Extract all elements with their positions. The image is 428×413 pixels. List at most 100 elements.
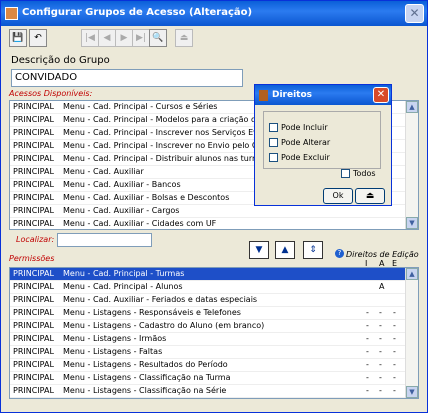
menu-cell: Menu - Listagens - Faltas	[63, 347, 163, 356]
main-window: Configurar Grupos de Acesso (Alteração) …	[0, 0, 428, 413]
scroll-up-icon[interactable]: ▲	[406, 268, 418, 280]
alter-cell: -	[379, 347, 382, 356]
alter-cell: -	[379, 334, 382, 343]
menu-cell: Menu - Listagens - Resultados do Período	[63, 360, 228, 369]
table-row[interactable]: PRINCIPAL Menu - Listagens - Responsáveis…	[10, 307, 406, 320]
include-cell: -	[366, 360, 369, 369]
can-exclude-checkbox[interactable]: Pode Excluir	[269, 153, 330, 162]
alter-cell: -	[379, 373, 382, 382]
module-cell: PRINCIPAL	[13, 219, 54, 228]
save-button[interactable]: 💾	[9, 29, 27, 47]
menu-cell: Menu - Cad. Principal - Modelos para a c…	[63, 115, 261, 124]
exit-button[interactable]: ⏏	[175, 29, 193, 47]
first-record-button[interactable]: |◀	[81, 29, 99, 47]
menu-cell: Menu - Listagens - Responsáveis e Telefo…	[63, 308, 241, 317]
all-label: Todos	[353, 169, 376, 178]
table-row[interactable]: PRINCIPAL Menu - Listagens - Classificaçã…	[10, 385, 406, 398]
can-alter-checkbox[interactable]: Pode Alterar	[269, 138, 330, 147]
can-exclude-label: Pode Excluir	[281, 153, 330, 162]
table-row[interactable]: PRINCIPAL Menu - Cad. Principal - Alunos A	[10, 281, 406, 294]
exclude-cell: -	[393, 360, 396, 369]
module-cell: PRINCIPAL	[13, 102, 54, 111]
table-row[interactable]: PRINCIPAL Menu - Cad. Principal - Turmas	[10, 268, 406, 281]
dialog-close-button[interactable]: ✕	[373, 87, 389, 103]
checkbox-icon	[341, 169, 350, 178]
module-cell: PRINCIPAL	[13, 206, 54, 215]
locate-label: Localizar:	[16, 235, 55, 244]
close-window-button[interactable]: ✕	[405, 4, 424, 23]
table-row[interactable]: PRINCIPAL Menu - Listagens - Faltas - - -	[10, 346, 406, 359]
module-cell: PRINCIPAL	[13, 141, 54, 150]
move-both-button[interactable]: ⇕	[303, 241, 323, 259]
exclude-cell: -	[393, 386, 396, 395]
menu-cell: Menu - Cad. Principal - Distribuir aluno…	[63, 154, 265, 163]
available-scrollbar[interactable]: ▲ ▼	[405, 101, 418, 229]
checkbox-icon	[269, 153, 278, 162]
title-bar[interactable]: Configurar Grupos de Acesso (Alteração) …	[1, 1, 427, 26]
table-row[interactable]: PRINCIPAL Menu - Listagens - Irmãos - - -	[10, 333, 406, 346]
module-cell: PRINCIPAL	[13, 180, 54, 189]
table-row[interactable]: PRINCIPAL Menu - Listagens - Cadastro do …	[10, 320, 406, 333]
window-title: Configurar Grupos de Acesso (Alteração)	[22, 7, 253, 18]
include-cell: -	[366, 347, 369, 356]
menu-cell: Menu - Cad. Principal - Cursos e Séries	[63, 102, 218, 111]
menu-cell: Menu - Cad. Auxiliar - Bolsas e Desconto…	[63, 193, 230, 202]
description-input[interactable]: CONVIDADO	[11, 69, 243, 87]
ok-button[interactable]: Ok	[323, 188, 353, 204]
table-row[interactable]: PRINCIPAL Menu - Listagens - Resultados d…	[10, 359, 406, 372]
menu-cell: Menu - Cad. Principal - Alunos	[63, 282, 183, 291]
checkbox-icon	[269, 138, 278, 147]
list-item[interactable]: PRINCIPAL Menu - Cad. Auxiliar - Cidades …	[10, 218, 406, 229]
prev-record-button[interactable]: ◀	[98, 29, 116, 47]
list-item[interactable]: PRINCIPAL Menu - Cad. Auxiliar - Cargos	[10, 205, 406, 218]
rights-icon	[259, 90, 268, 101]
scroll-down-icon[interactable]: ▼	[406, 217, 418, 229]
exclude-cell: -	[393, 347, 396, 356]
table-row[interactable]: PRINCIPAL Menu - Listagens - Classificaçã…	[10, 372, 406, 385]
include-cell: -	[366, 334, 369, 343]
menu-cell: Menu - Cad. Principal - Inscrever no Env…	[63, 141, 263, 150]
help-icon[interactable]: ?	[335, 249, 344, 258]
menu-cell: Menu - Listagens - Irmãos	[63, 334, 167, 343]
menu-cell: Menu - Listagens - Classificação na Turm…	[63, 373, 231, 382]
menu-cell: Menu - Cad. Principal - Turmas	[63, 269, 185, 278]
all-checkbox[interactable]: Todos	[341, 169, 376, 178]
exclude-cell: -	[393, 321, 396, 330]
exclude-cell: -	[393, 334, 396, 343]
can-include-label: Pode Incluir	[281, 123, 328, 132]
exclude-cell: -	[393, 308, 396, 317]
menu-cell: Menu - Cad. Principal - Inscrever nos Se…	[63, 128, 258, 137]
menu-cell: Menu - Cad. Auxiliar - Cargos	[63, 206, 180, 215]
undo-button[interactable]: ↶	[29, 29, 47, 47]
include-cell: -	[366, 386, 369, 395]
rights-dialog: Direitos ✕ Pode Incluir Pode Alterar Pod…	[254, 84, 392, 206]
module-cell: PRINCIPAL	[13, 154, 54, 163]
permissions-grid[interactable]: PRINCIPAL Menu - Cad. Principal - Turmas P…	[9, 267, 419, 399]
menu-cell: Menu - Cad. Auxiliar - Bancos	[63, 180, 181, 189]
module-cell: PRINCIPAL	[13, 167, 54, 176]
dialog-title: Direitos	[272, 90, 313, 100]
alter-cell: A	[379, 282, 385, 291]
scroll-up-icon[interactable]: ▲	[406, 101, 418, 113]
can-include-checkbox[interactable]: Pode Incluir	[269, 123, 328, 132]
menu-cell: Menu - Listagens - Classificação na Séri…	[63, 386, 227, 395]
include-cell: -	[366, 373, 369, 382]
toolbar: 💾 ↶ |◀ ◀ ▶ ▶| 🔍 ⏏	[3, 27, 425, 49]
module-cell: PRINCIPAL	[13, 282, 54, 291]
dialog-title-bar[interactable]: Direitos ✕	[255, 85, 391, 105]
move-down-button[interactable]: ▼	[249, 241, 269, 259]
find-button[interactable]: 🔍	[149, 29, 167, 47]
table-row[interactable]: PRINCIPAL Menu - Cad. Auxiliar - Feriados…	[10, 294, 406, 307]
scroll-down-icon[interactable]: ▼	[406, 386, 418, 398]
locate-input[interactable]	[57, 233, 152, 247]
dialog-exit-button[interactable]: ⏏	[355, 188, 385, 204]
next-record-button[interactable]: ▶	[115, 29, 133, 47]
menu-cell: Menu - Cad. Auxiliar - Feriados e datas …	[63, 295, 258, 304]
module-cell: PRINCIPAL	[13, 321, 54, 330]
permissions-scrollbar[interactable]: ▲ ▼	[405, 268, 418, 398]
alter-cell: -	[379, 386, 382, 395]
last-record-button[interactable]: ▶|	[132, 29, 150, 47]
include-cell: -	[366, 308, 369, 317]
move-up-button[interactable]: ▲	[275, 241, 295, 259]
module-cell: PRINCIPAL	[13, 295, 54, 304]
